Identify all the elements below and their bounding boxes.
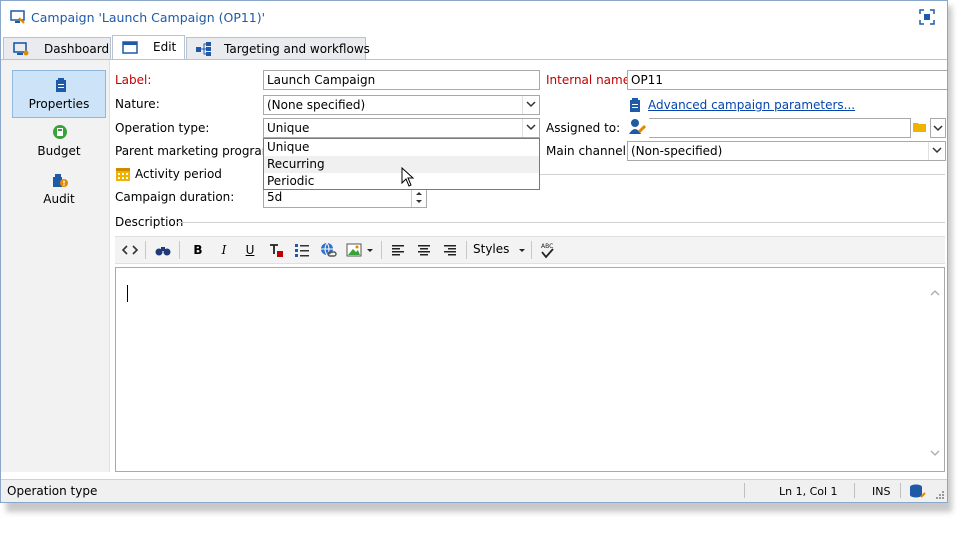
status-separator xyxy=(900,483,901,498)
nature-value: (None specified) xyxy=(267,98,366,112)
status-separator xyxy=(854,483,855,498)
advanced-campaign-parameters-link[interactable]: Advanced campaign parameters... xyxy=(648,98,855,112)
status-insert-mode: INS xyxy=(872,485,891,498)
toolbar-separator xyxy=(145,241,146,259)
assigned-to-label: Assigned to: xyxy=(546,121,621,135)
text-color-icon[interactable] xyxy=(267,241,285,259)
tab-targeting-workflows[interactable]: Targeting and workflows xyxy=(186,37,370,59)
campaign-duration-input[interactable]: 5d xyxy=(263,187,427,208)
underline-icon[interactable]: U xyxy=(241,241,259,259)
chevron-down-icon[interactable] xyxy=(522,96,539,114)
audit-icon xyxy=(52,172,68,188)
operation-type-label: Operation type: xyxy=(115,121,210,135)
link-globe-icon[interactable] xyxy=(319,241,337,259)
spell-check-icon[interactable]: ABC xyxy=(538,241,556,259)
chevron-down-icon[interactable] xyxy=(365,241,375,259)
campaign-duration-label: Campaign duration: xyxy=(115,190,235,204)
assigned-to-dropdown-button[interactable] xyxy=(930,118,946,138)
title-bar: Campaign 'Launch Campaign (OP11)' xyxy=(1,1,947,33)
campaign-icon xyxy=(10,9,26,25)
tab-edit[interactable]: Edit xyxy=(112,35,185,59)
tab-label: Edit xyxy=(153,40,177,54)
database-icon xyxy=(908,483,926,499)
calculator-icon xyxy=(52,124,68,140)
activity-period-label: Activity period xyxy=(135,167,222,181)
resize-grip-icon[interactable] xyxy=(935,490,945,500)
tab-strip: Dashboard Edit Targeting and workflows xyxy=(1,35,947,60)
activity-period-divider xyxy=(540,174,945,175)
sidebar-item-properties[interactable]: Properties xyxy=(12,70,106,118)
campaign-window: Campaign 'Launch Campaign (OP11)' Dashbo… xyxy=(0,0,948,503)
calendar-icon xyxy=(115,166,131,182)
assigned-to-input[interactable] xyxy=(649,118,911,138)
dropdown-option-unique[interactable]: Unique xyxy=(264,139,539,156)
dashboard-icon xyxy=(12,41,30,57)
styles-dropdown-label[interactable]: Styles xyxy=(473,242,509,256)
nature-select[interactable]: (None specified) xyxy=(263,95,540,115)
sidebar-item-label: Properties xyxy=(28,97,90,111)
operation-type-value: Unique xyxy=(267,121,310,135)
svg-text:ABC: ABC xyxy=(541,243,553,250)
insert-image-icon[interactable] xyxy=(345,241,363,259)
main-channel-value: (Non-specified) xyxy=(631,144,723,158)
folder-icon[interactable] xyxy=(912,120,928,134)
status-field-name: Operation type xyxy=(7,484,98,498)
mouse-cursor-icon xyxy=(401,166,415,187)
internal-name-input[interactable]: OP11 xyxy=(627,70,947,90)
bullet-list-icon[interactable] xyxy=(293,241,311,259)
binoculars-icon[interactable] xyxy=(154,241,172,259)
sidebar-item-audit[interactable]: Audit xyxy=(12,166,106,214)
scroll-up-icon[interactable] xyxy=(930,286,940,296)
source-code-icon[interactable] xyxy=(121,241,139,259)
tab-label: Dashboard xyxy=(44,42,110,56)
main-channel-select[interactable]: (Non-specified) xyxy=(627,141,946,161)
toolbar-separator xyxy=(466,241,467,259)
user-icon xyxy=(628,118,648,136)
operation-type-select[interactable]: Unique xyxy=(263,118,540,138)
workflow-icon xyxy=(195,41,213,57)
window-title: Campaign 'Launch Campaign (OP11)' xyxy=(31,10,266,25)
toolbar-separator xyxy=(179,241,180,259)
sidebar-item-budget[interactable]: Budget xyxy=(12,118,106,166)
align-right-icon[interactable] xyxy=(441,241,459,259)
toolbar-separator xyxy=(381,241,382,259)
main-channel-label: Main channel: xyxy=(546,144,630,158)
duration-spinner[interactable] xyxy=(411,188,426,207)
chevron-down-icon[interactable] xyxy=(517,241,527,259)
status-separator xyxy=(744,483,745,498)
status-cursor-position: Ln 1, Col 1 xyxy=(779,485,838,498)
status-bar: Operation type Ln 1, Col 1 INS xyxy=(1,479,947,502)
clipboard-icon xyxy=(53,77,69,93)
scroll-down-icon[interactable] xyxy=(930,446,940,456)
description-editor[interactable] xyxy=(115,267,945,472)
campaign-duration-value: 5d xyxy=(267,190,283,204)
description-label: Description xyxy=(115,215,184,229)
italic-icon[interactable]: I xyxy=(215,241,233,259)
label-field-label: Label: xyxy=(115,73,152,87)
parent-marketing-program-label: Parent marketing program: xyxy=(115,144,278,158)
sidebar: Properties Budget Audit xyxy=(1,60,110,472)
text-caret xyxy=(127,285,128,302)
bold-icon[interactable]: B xyxy=(189,241,207,259)
align-center-icon[interactable] xyxy=(415,241,433,259)
editor-toolbar: B I U Styles ABC xyxy=(115,236,945,264)
toolbar-separator xyxy=(531,241,532,259)
internal-name-label: Internal name: xyxy=(546,73,635,87)
edit-icon xyxy=(121,39,139,55)
chevron-down-icon[interactable] xyxy=(522,119,539,137)
clipboard-icon xyxy=(628,97,642,113)
tab-label: Targeting and workflows xyxy=(224,42,370,56)
chevron-down-icon[interactable] xyxy=(928,142,945,160)
align-left-icon[interactable] xyxy=(389,241,407,259)
nature-label: Nature: xyxy=(115,97,160,111)
sidebar-item-label: Budget xyxy=(37,144,81,158)
sidebar-item-label: Audit xyxy=(43,192,75,206)
label-input[interactable]: Launch Campaign xyxy=(263,70,540,90)
maximize-icon[interactable] xyxy=(919,9,935,25)
description-divider xyxy=(177,222,945,223)
tab-dashboard[interactable]: Dashboard xyxy=(3,37,111,59)
